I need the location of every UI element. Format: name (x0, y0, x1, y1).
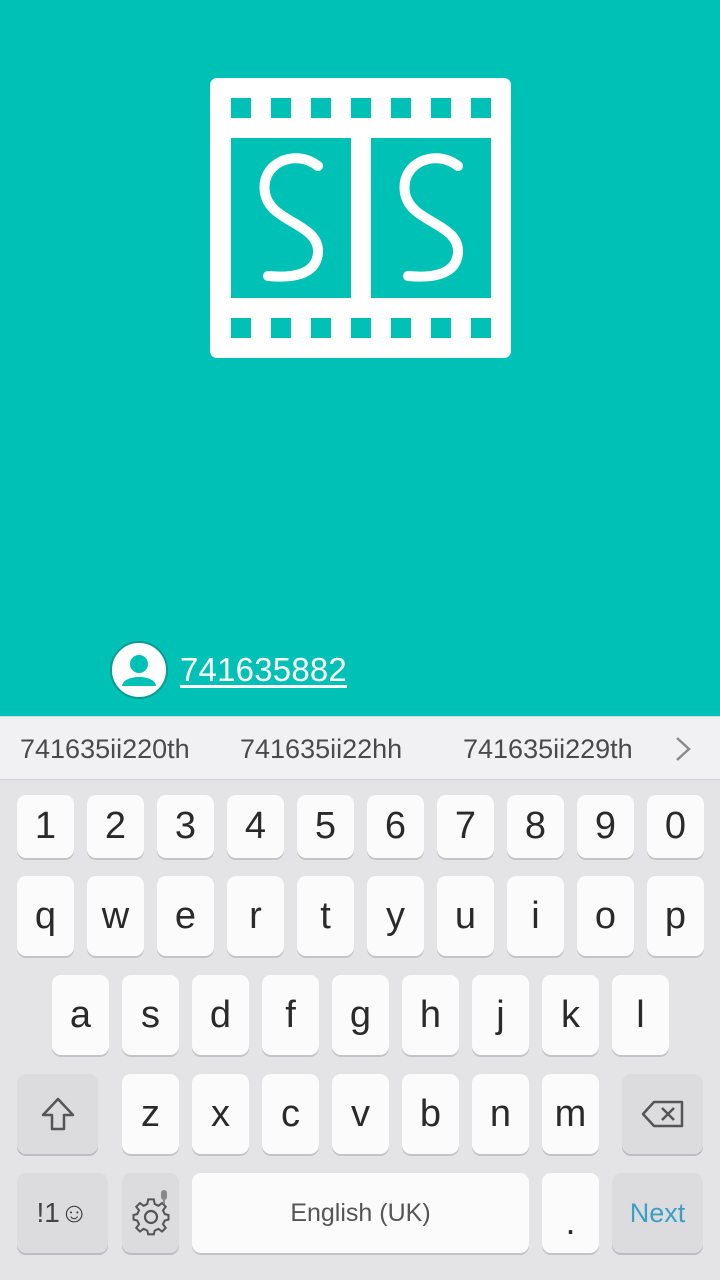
space-key[interactable]: English (UK) (192, 1173, 529, 1253)
suggestion-bar: 741635ii220th 741635ii22hh 741635ii229th (0, 716, 720, 780)
suggestion-3[interactable]: 741635ii229th (463, 717, 633, 781)
period-key[interactable]: . (542, 1173, 599, 1253)
key-s[interactable]: s (122, 975, 179, 1055)
key-o[interactable]: o (577, 876, 634, 956)
key-l[interactable]: l (612, 975, 669, 1055)
key-c[interactable]: c (262, 1074, 319, 1154)
keyboard: 1 2 3 4 5 6 7 8 9 0 q w e r t y u i o p … (0, 780, 720, 1280)
symbols-key[interactable]: !1☺ (17, 1173, 108, 1253)
key-9[interactable]: 9 (577, 795, 634, 858)
key-d[interactable]: d (192, 975, 249, 1055)
user-icon (110, 641, 168, 699)
key-b[interactable]: b (402, 1074, 459, 1154)
suggestion-1[interactable]: 741635ii220th (20, 717, 190, 781)
backspace-icon (641, 1100, 683, 1128)
key-v[interactable]: v (332, 1074, 389, 1154)
key-f[interactable]: f (262, 975, 319, 1055)
key-4[interactable]: 4 (227, 795, 284, 858)
key-3[interactable]: 3 (157, 795, 214, 858)
key-6[interactable]: 6 (367, 795, 424, 858)
key-8[interactable]: 8 (507, 795, 564, 858)
settings-key[interactable] (122, 1173, 179, 1253)
gear-icon (132, 1190, 169, 1236)
key-z[interactable]: z (122, 1074, 179, 1154)
key-n[interactable]: n (472, 1074, 529, 1154)
key-i[interactable]: i (507, 876, 564, 956)
shift-icon (41, 1097, 74, 1131)
key-a[interactable]: a (52, 975, 109, 1055)
key-y[interactable]: y (367, 876, 424, 956)
key-x[interactable]: x (192, 1074, 249, 1154)
key-q[interactable]: q (17, 876, 74, 956)
next-button[interactable]: Next (612, 1173, 703, 1253)
username-row: 741635882 (110, 640, 347, 700)
shift-key[interactable] (17, 1074, 98, 1154)
key-t[interactable]: t (297, 876, 354, 956)
key-m[interactable]: m (542, 1074, 599, 1154)
key-0[interactable]: 0 (647, 795, 704, 858)
key-r[interactable]: r (227, 876, 284, 956)
key-w[interactable]: w (87, 876, 144, 956)
key-g[interactable]: g (332, 975, 389, 1055)
key-h[interactable]: h (402, 975, 459, 1055)
key-u[interactable]: u (437, 876, 494, 956)
key-k[interactable]: k (542, 975, 599, 1055)
key-1[interactable]: 1 (17, 795, 74, 858)
key-e[interactable]: e (157, 876, 214, 956)
film-strip-logo-icon (210, 78, 511, 358)
key-2[interactable]: 2 (87, 795, 144, 858)
key-j[interactable]: j (472, 975, 529, 1055)
suggestion-2[interactable]: 741635ii22hh (240, 717, 402, 781)
key-p[interactable]: p (647, 876, 704, 956)
key-5[interactable]: 5 (297, 795, 354, 858)
key-7[interactable]: 7 (437, 795, 494, 858)
backspace-key[interactable] (622, 1074, 703, 1154)
app-screen: 741635882 (0, 0, 720, 716)
username-input[interactable]: 741635882 (180, 651, 347, 689)
chevron-right-icon[interactable] (668, 733, 698, 765)
